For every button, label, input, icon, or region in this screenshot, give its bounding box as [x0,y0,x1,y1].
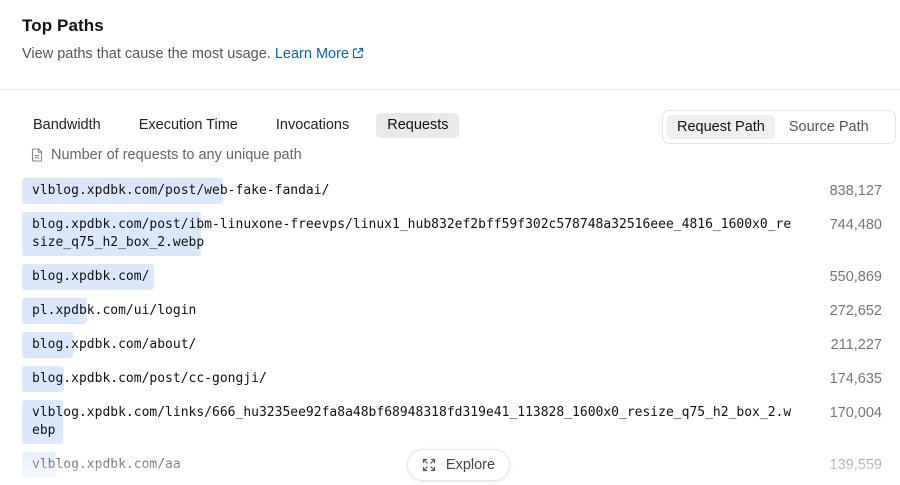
learn-more-label[interactable]: Learn More [275,46,349,62]
path-cell: blog.xpdbk.com/post/cc-gongji/ [22,366,802,392]
table-row[interactable]: vlblog.xpdbk.com/post/web-fake-fandai/ 8… [22,178,882,204]
tab-requests[interactable]: Requests [376,113,460,138]
path-type-toggle: Request Path Source Path [662,110,896,144]
path-text: vlblog.xpdbk.com/post/web-fake-fandai/ [32,183,330,198]
header: Top Paths View paths that cause the most… [22,16,900,62]
tab-bandwidth[interactable]: Bandwidth [22,113,112,138]
metric-tabs: Bandwidth Execution Time Invocations Req… [22,113,460,138]
request-count: 272,652 [829,303,882,319]
path-cell: blog.xpdbk.com/post/ibm-linuxone-freevps… [22,212,802,256]
table-row[interactable]: blog.xpdbk.com/post/ibm-linuxone-freevps… [22,212,882,256]
explore-button[interactable]: Explore [407,449,510,481]
external-link-icon [352,47,364,59]
tab-execution-time[interactable]: Execution Time [128,113,249,138]
subtitle-text: View paths that cause the most usage. [22,46,271,62]
path-text: vlblog.xpdbk.com/links/666_hu3235ee92fa8… [32,405,792,438]
table-row[interactable]: vlblog.xpdbk.com/links/666_hu3235ee92fa8… [22,400,882,444]
path-text: blog.xpdbk.com/post/ibm-linuxone-freevps… [32,217,792,250]
request-count: 550,869 [829,269,882,285]
request-count: 838,127 [829,183,882,199]
table-row[interactable]: blog.xpdbk.com/about/ 211,227 [22,332,882,358]
path-cell: vlblog.xpdbk.com/links/666_hu3235ee92fa8… [22,400,802,444]
path-cell: blog.xpdbk.com/about/ [22,332,802,358]
page-title: Top Paths [22,16,104,35]
table-row[interactable]: blog.xpdbk.com/post/cc-gongji/ 174,635 [22,366,882,392]
path-cell: blog.xpdbk.com/ [22,264,802,290]
request-count: 211,227 [830,337,882,353]
path-text: blog.xpdbk.com/post/cc-gongji/ [32,371,267,386]
path-text: blog.xpdbk.com/about/ [32,337,197,352]
request-count: 174,635 [829,371,882,387]
top-paths-list: vlblog.xpdbk.com/post/web-fake-fandai/ 8… [22,178,882,485]
tab-invocations[interactable]: Invocations [265,113,360,138]
page-subtitle: View paths that cause the most usage. Le… [22,46,900,62]
path-cell: pl.xpdbk.com/ui/login [22,298,802,324]
path-text: pl.xpdbk.com/ui/login [32,303,197,318]
table-row[interactable]: blog.xpdbk.com/ 550,869 [22,264,882,290]
table-row[interactable]: pl.xpdbk.com/ui/login 272,652 [22,298,882,324]
source-path-option[interactable]: Source Path [779,115,879,139]
request-count: 170,004 [829,405,882,421]
document-icon [31,148,43,162]
learn-more-link[interactable]: Learn More [275,46,364,62]
request-count: 744,480 [829,217,882,233]
request-count: 139,559 [829,457,882,473]
description-text: Number of requests to any unique path [51,147,302,163]
request-path-option[interactable]: Request Path [667,115,775,139]
explore-label[interactable]: Explore [446,457,495,473]
path-cell: vlblog.xpdbk.com/post/web-fake-fandai/ [22,178,802,204]
path-text: blog.xpdbk.com/ [32,269,150,284]
expand-icon [422,458,436,472]
header-divider [0,89,900,90]
metric-description: Number of requests to any unique path [31,147,302,163]
